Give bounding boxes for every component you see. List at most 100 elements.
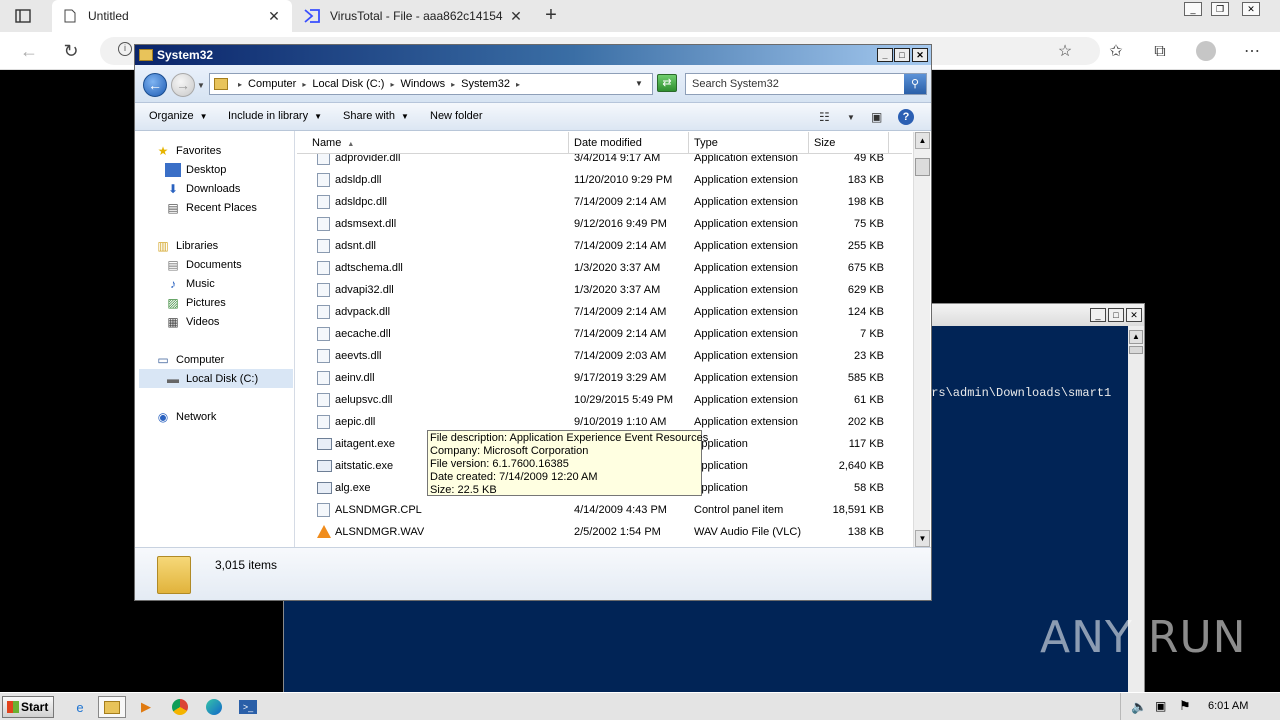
back-arrow-icon[interactable]: ← (16, 39, 42, 63)
table-row[interactable]: adprovider.dll 3/4/2014 9:17 AM Applicatio… (297, 154, 912, 169)
close-window-button[interactable]: ✕ (1242, 2, 1260, 16)
new-tab-button[interactable]: + (540, 5, 562, 27)
chevron-right-icon[interactable]: ▸ (390, 80, 394, 89)
scroll-thumb[interactable] (1129, 346, 1143, 354)
minimize-button[interactable]: _ (877, 48, 893, 62)
favorites-icon[interactable]: ✩ (1105, 41, 1127, 63)
avatar[interactable] (1196, 41, 1216, 61)
chevron-right-icon[interactable]: ▸ (516, 80, 520, 89)
close-button[interactable]: ✕ (1126, 308, 1142, 322)
maximize-button[interactable]: □ (1108, 308, 1124, 322)
nav-computer[interactable]: ▭ Computer (155, 350, 224, 369)
table-row[interactable]: advpack.dll 7/14/2009 2:14 AM Application … (297, 301, 912, 323)
scroll-up-icon[interactable]: ▲ (915, 132, 930, 149)
table-row[interactable]: aeinv.dll 9/17/2019 3:29 AM Application ex… (297, 367, 912, 389)
forward-arrow-icon[interactable]: → (171, 73, 195, 97)
column-size[interactable]: Size (809, 132, 889, 154)
search-input[interactable]: Search System32 ⚲ (685, 73, 927, 95)
chevron-right-icon[interactable]: ▸ (238, 80, 242, 89)
table-row[interactable]: adsldpc.dll 7/14/2009 2:14 AM Application … (297, 191, 912, 213)
nav-documents[interactable]: ▤ Documents (165, 255, 241, 274)
help-icon[interactable]: ? (898, 109, 914, 125)
chevron-down-icon[interactable]: ▼ (635, 79, 643, 88)
nav-music[interactable]: ♪ Music (165, 274, 215, 293)
flag-icon[interactable]: ⚑ (1179, 698, 1191, 714)
tab-untitled[interactable]: Untitled ✕ (52, 0, 292, 32)
nav-recent-places[interactable]: ▤ Recent Places (165, 198, 257, 217)
powershell-icon[interactable]: >_ (234, 696, 262, 718)
close-icon[interactable]: ✕ (508, 8, 524, 25)
scroll-down-icon[interactable]: ▼ (915, 530, 930, 547)
nav-favorites[interactable]: ★ Favorites (155, 141, 222, 160)
chevron-right-icon[interactable]: ▸ (451, 80, 455, 89)
table-row[interactable]: adsmsext.dll 9/12/2016 9:49 PM Application… (297, 213, 912, 235)
tab-title: VirusTotal - File - aaa862c14154 (330, 9, 503, 23)
network-status-icon[interactable]: ▣ (1155, 699, 1166, 713)
explorer-window[interactable]: System32 _ □ ✕ ← → ▼ ▸ Computer ▸ Local … (134, 44, 932, 601)
column-type[interactable]: Type (689, 132, 809, 154)
breadcrumb-computer[interactable]: Computer (248, 78, 296, 90)
nav-downloads[interactable]: ⬇ Downloads (165, 179, 240, 198)
include-in-library-menu[interactable]: Include in library ▼ (228, 110, 322, 122)
maximize-button[interactable]: □ (894, 48, 910, 62)
file-date: 1/3/2020 3:37 AM (574, 284, 661, 296)
nav-desktop[interactable]: Desktop (165, 160, 226, 179)
table-row[interactable]: ALSNDMGR.WAV 2/5/2002 1:54 PM WAV Audio Fi… (297, 521, 912, 543)
refresh-button[interactable]: ⇄ (657, 74, 677, 92)
minimize-button[interactable]: _ (1184, 2, 1202, 16)
close-button[interactable]: ✕ (912, 48, 928, 62)
explorer-titlebar[interactable]: System32 _ □ ✕ (135, 45, 931, 65)
chevron-right-icon[interactable]: ▸ (302, 80, 306, 89)
explorer-taskbar-icon[interactable] (98, 696, 126, 718)
edge-icon[interactable] (200, 696, 228, 718)
column-name[interactable]: Name ▲ (297, 132, 569, 154)
table-row[interactable]: adsnt.dll 7/14/2009 2:14 AM Application ex… (297, 235, 912, 257)
table-row[interactable]: adtschema.dll 1/3/2020 3:37 AM Application… (297, 257, 912, 279)
start-button[interactable]: Start (2, 696, 54, 718)
vertical-scrollbar[interactable]: ▲ ▼ (913, 132, 930, 547)
search-icon[interactable]: ⚲ (904, 74, 926, 94)
minimize-button[interactable]: _ (1090, 308, 1106, 322)
media-player-icon[interactable]: ▶ (132, 696, 160, 718)
collections-icon[interactable]: ⧉ (1149, 41, 1171, 63)
chrome-icon[interactable] (166, 696, 194, 718)
nav-pictures[interactable]: ▨ Pictures (165, 293, 225, 312)
table-row[interactable]: adsldp.dll 11/20/2010 9:29 PM Application … (297, 169, 912, 191)
chevron-down-icon[interactable]: ▼ (847, 113, 855, 122)
nav-videos[interactable]: ▦ Videos (165, 312, 219, 331)
breadcrumb-local-disk[interactable]: Local Disk (C:) (312, 78, 384, 90)
folder-icon (139, 49, 153, 61)
back-arrow-icon[interactable]: ← (143, 73, 167, 97)
more-icon[interactable]: ⋯ (1241, 41, 1263, 63)
share-with-menu[interactable]: Share with ▼ (343, 110, 409, 122)
breadcrumb[interactable]: ▸ Computer ▸ Local Disk (C:) ▸ Windows ▸… (209, 73, 653, 95)
new-folder-button[interactable]: New folder (430, 110, 483, 122)
nav-libraries[interactable]: ▥ Libraries (155, 236, 218, 255)
table-row[interactable]: aeevts.dll 7/14/2009 2:03 AM Application e… (297, 345, 912, 367)
tab-actions-button[interactable] (8, 5, 38, 27)
table-row[interactable]: aelupsvc.dll 10/29/2015 5:49 PM Applicatio… (297, 389, 912, 411)
nav-local-disk[interactable]: ▬ Local Disk (C:) (139, 369, 293, 388)
refresh-icon[interactable]: ↻ (58, 39, 84, 63)
restore-button[interactable]: ❐ (1211, 2, 1229, 16)
scroll-up-icon[interactable]: ▲ (1129, 330, 1143, 344)
volume-icon[interactable]: 🔈 (1131, 699, 1147, 715)
file-type: Application extension (694, 196, 798, 208)
info-icon[interactable]: i (118, 42, 132, 56)
tab-virustotal[interactable]: VirusTotal - File - aaa862c14154 ✕ (294, 0, 534, 32)
table-row[interactable]: aecache.dll 7/14/2009 2:14 AM Application … (297, 323, 912, 345)
close-icon[interactable]: ✕ (266, 8, 282, 25)
preview-pane-icon[interactable]: ▣ (871, 110, 882, 124)
scroll-thumb[interactable] (915, 158, 930, 176)
column-date-modified[interactable]: Date modified (569, 132, 689, 154)
table-row[interactable]: ALSNDMGR.CPL 4/14/2009 4:43 PM Control pan… (297, 499, 912, 521)
view-details-icon[interactable]: ☷ (819, 110, 830, 124)
chevron-down-icon[interactable]: ▼ (197, 81, 205, 90)
table-row[interactable]: advapi32.dll 1/3/2020 3:37 AM Application … (297, 279, 912, 301)
nav-network[interactable]: ◉ Network (155, 407, 217, 426)
add-favorite-icon[interactable]: ☆ (1054, 41, 1076, 63)
organize-menu[interactable]: Organize ▼ (149, 110, 208, 122)
internet-explorer-icon[interactable]: e (66, 696, 94, 718)
breadcrumb-windows[interactable]: Windows (400, 78, 445, 90)
breadcrumb-system32[interactable]: System32 (461, 78, 510, 90)
